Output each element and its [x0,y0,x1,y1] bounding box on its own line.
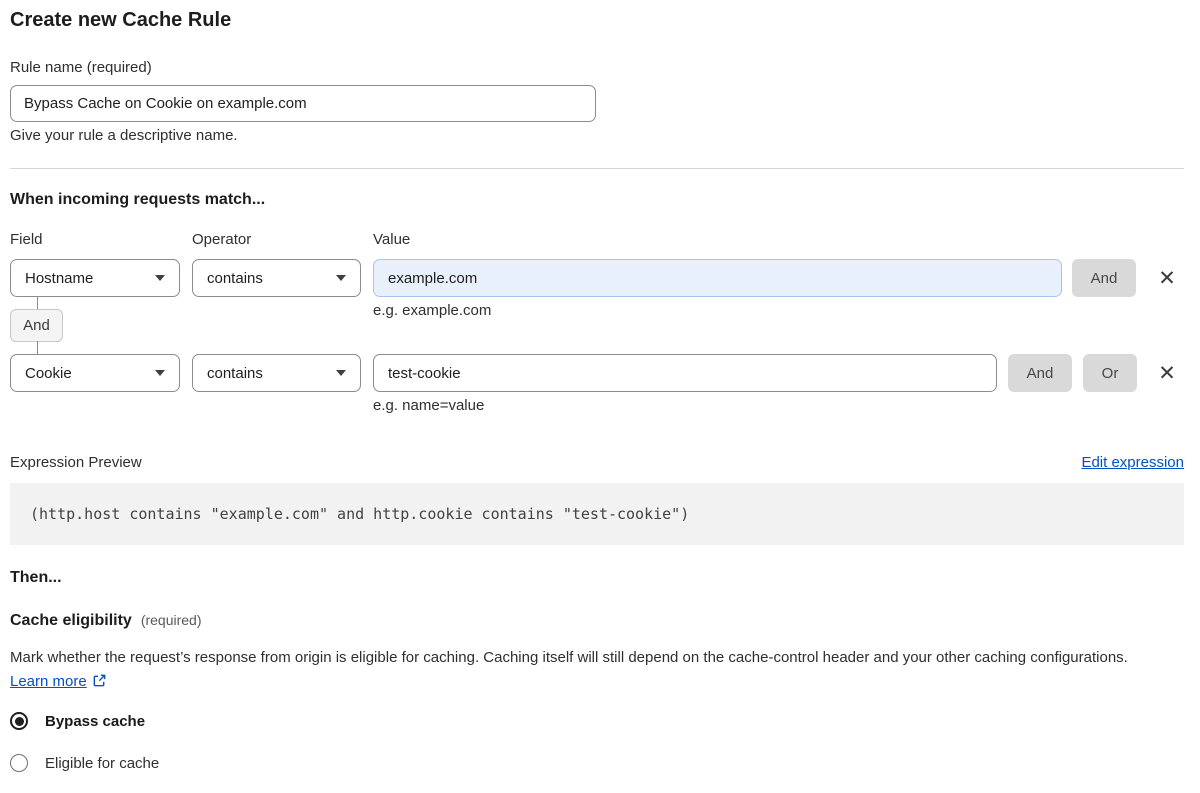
radio-unselected-icon[interactable] [10,754,28,772]
or-button-row2[interactable]: Or [1083,354,1137,392]
column-label-field: Field [10,231,43,248]
radio-option-bypass-cache[interactable]: Bypass cache [10,712,145,730]
expression-code: (http.host contains "example.com" and ht… [30,505,690,523]
chevron-down-icon [155,275,165,281]
radio-label: Bypass cache [45,712,146,730]
rule-name-label: Rule name (required) [10,59,152,76]
cache-eligibility-description: Mark whether the request’s response from… [10,646,1170,696]
close-icon: ✕ [1158,266,1176,290]
remove-row1-button[interactable]: ✕ [1150,261,1184,295]
radio-label: Eligible for cache [45,754,160,772]
column-label-value: Value [373,231,411,248]
value-hint-row2: e.g. name=value [373,397,485,414]
section-divider [10,168,1184,169]
expression-code-block: (http.host contains "example.com" and ht… [10,483,1184,545]
chevron-down-icon [336,275,346,281]
match-section-heading: When incoming requests match... [10,191,266,208]
operator-select-row1-value: contains [207,269,263,287]
expression-preview-label: Expression Preview [10,454,142,471]
radio-option-eligible-for-cache[interactable]: Eligible for cache [10,754,159,772]
column-label-operator: Operator [192,231,252,248]
value-input-row1[interactable] [373,259,1062,297]
then-section-heading: Then... [10,569,62,586]
required-note: (required) [140,612,202,628]
close-icon: ✕ [1158,361,1176,385]
operator-select-row2[interactable]: contains [192,354,361,392]
operator-select-row2-value: contains [207,364,263,382]
learn-more-link[interactable]: Learn more [10,673,87,690]
field-select-row1-value: Hostname [25,269,94,287]
rule-name-helper: Give your rule a descriptive name. [10,127,238,144]
operator-select-row1[interactable]: contains [192,259,361,297]
radio-selected-icon[interactable] [10,712,28,730]
value-input-row2[interactable] [373,354,997,392]
field-select-row2-value: Cookie [25,364,72,382]
and-button-row1[interactable]: And [1072,259,1136,297]
page-title: Create new Cache Rule [10,9,232,31]
value-hint-row1: e.g. example.com [373,302,492,319]
cache-eligibility-heading: Cache eligibility (required) [10,612,202,630]
description-text: Mark whether the request’s response from… [10,649,1128,666]
edit-expression-link[interactable]: Edit expression [1081,454,1184,471]
field-select-row2[interactable]: Cookie [10,354,180,392]
chevron-down-icon [155,370,165,376]
rule-name-input[interactable] [10,85,596,122]
connector-line [37,341,38,355]
remove-row2-button[interactable]: ✕ [1150,356,1184,390]
connector-and-button[interactable]: And [10,309,63,342]
chevron-down-icon [336,370,346,376]
and-button-row2[interactable]: And [1008,354,1072,392]
external-link-icon [92,672,107,696]
cache-eligibility-title: Cache eligibility [10,612,132,629]
field-select-row1[interactable]: Hostname [10,259,180,297]
